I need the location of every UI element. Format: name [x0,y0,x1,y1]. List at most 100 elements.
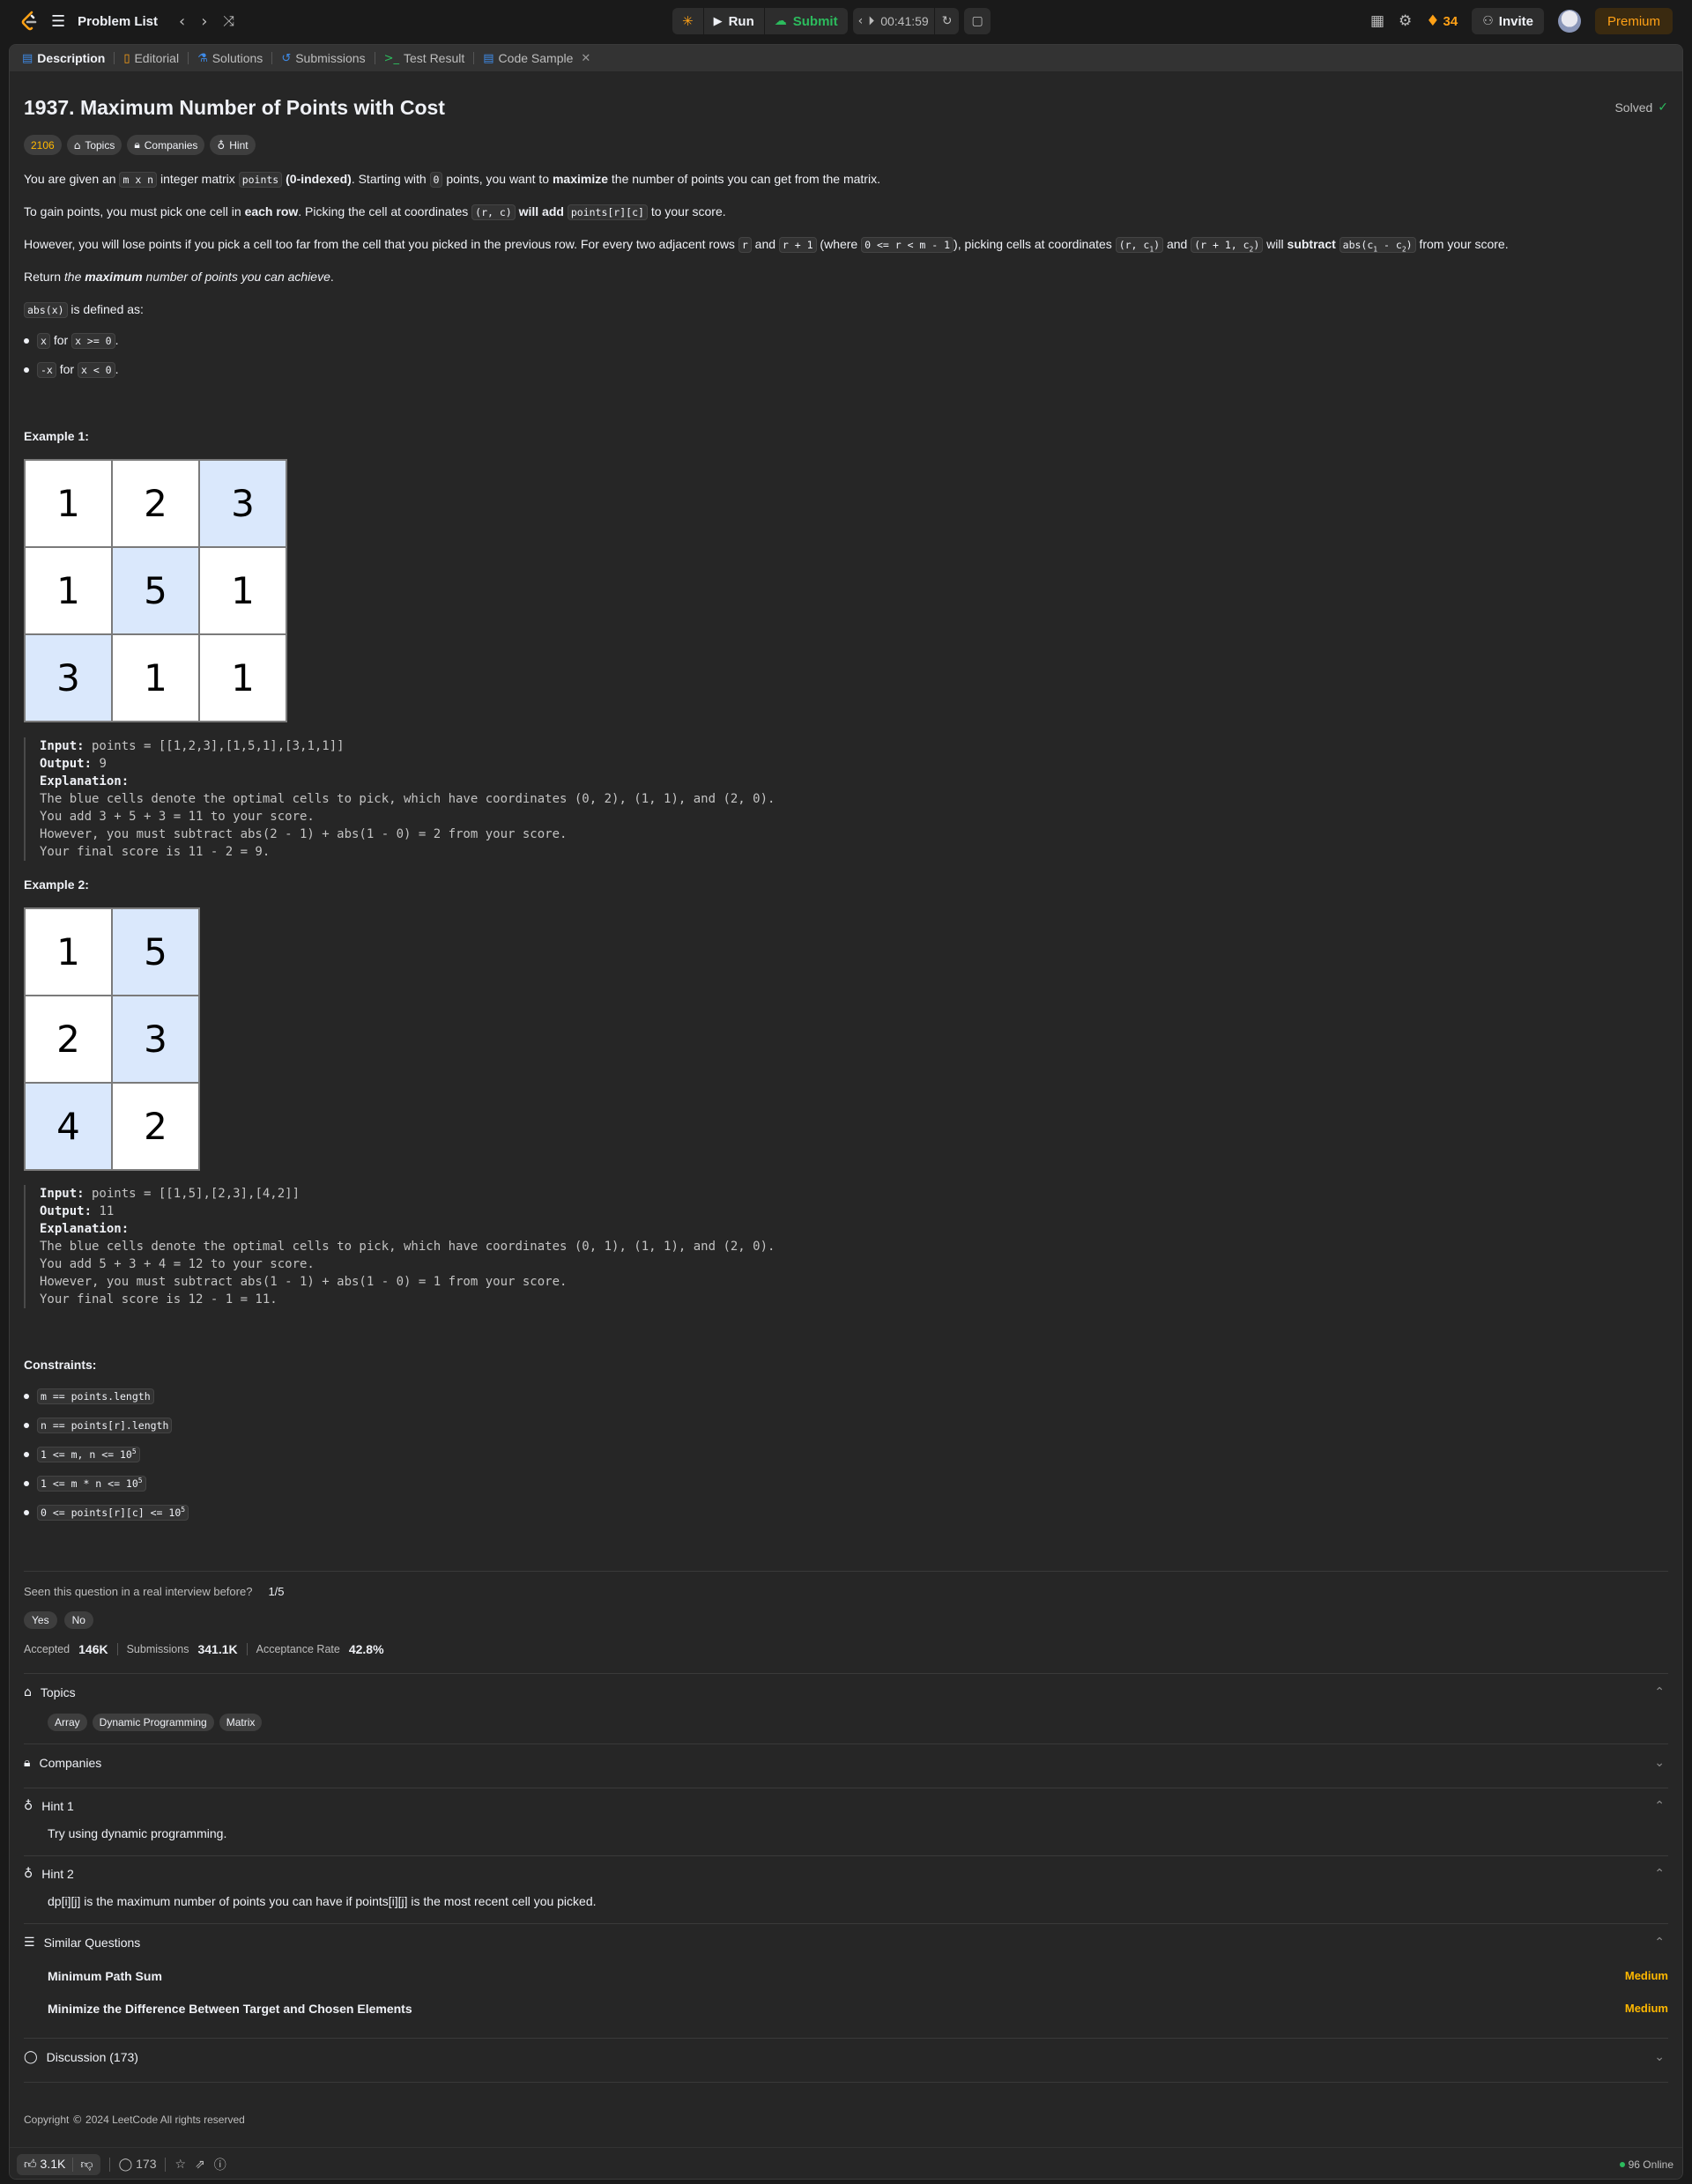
chevron-up-icon: ⌃ [1654,1867,1665,1881]
debug-button[interactable]: ✳ [672,8,703,34]
like-count: 3.1K [40,2157,66,2171]
note-button[interactable]: ▢ [964,8,990,34]
copyright: Copyright © 2024 LeetCode All rights res… [24,2114,245,2126]
example-1-grid: 123 151 311 [24,459,287,722]
hint-1-header[interactable]: ♁ Hint 1 ⌃ [24,1799,1668,1813]
star-icon[interactable]: ☆ [174,2158,186,2172]
stat-value: 42.8% [348,1642,384,1656]
similar-questions-header[interactable]: ☰ Similar Questions ⌃ [24,1936,1668,1950]
timer-display[interactable]: ⏵ 00:41:59 [868,8,934,34]
reset-timer-button[interactable]: ↻ [935,8,960,34]
timer-value: 00:41:59 [880,14,929,28]
thumbs-down-icon[interactable]: 👎︎ [80,2157,93,2172]
bulb-icon: ♁ [24,1799,33,1813]
stat-value: 341.1K [197,1642,238,1656]
yes-button[interactable]: Yes [24,1611,57,1629]
divider [24,2038,1668,2039]
rating-badge: 2106 [24,135,62,155]
comment-icon: ◯ [118,2158,133,2172]
similar-question-title[interactable]: Minimum Path Sum [48,1969,162,1983]
section-title: Hint 1 [41,1799,74,1813]
layout-icon[interactable]: ▦ [1370,12,1384,30]
hint-chip[interactable]: ♁ Hint [210,135,256,155]
solved-status: Solved ✓ [1614,100,1668,115]
similar-question-item[interactable]: Minimize the Difference Between Target a… [48,2002,1668,2016]
avatar[interactable] [1557,10,1581,33]
grid-cell-highlighted: 3 [111,995,200,1084]
invite-label: Invite [1498,13,1533,29]
topics-chip[interactable]: ⌂ Topics [66,135,122,155]
constraint-item: 1 <= m * n <= 105 [24,1476,146,1492]
like-group: 👍︎ 3.1K 👎︎ [17,2153,100,2175]
online-dot [1619,2161,1625,2167]
streak-value: 34 [1443,13,1458,29]
tab-editorial[interactable]: ▯ Editorial [115,45,188,71]
invite-button[interactable]: ⚇ Invite [1472,8,1544,34]
fire-icon: ♦ [1426,12,1440,30]
tab-code-sample[interactable]: ▤ Code Sample ✕ [474,45,599,71]
like-button[interactable]: 👍︎ 3.1K [24,2157,65,2172]
tag-icon: ⌂ [24,1685,32,1699]
gear-icon[interactable]: ⚙ [1399,12,1412,30]
abs-bullet-2: -x for x < 0. [24,362,119,378]
similar-question-item[interactable]: Minimum Path Sum Medium [48,1969,1668,1983]
grid-cell-highlighted: 5 [111,546,200,635]
run-button[interactable]: ▶ Run [704,8,764,34]
hint-2-text: dp[i][j] is the maximum number of points… [48,1894,597,1908]
streak-counter[interactable]: ♦ 34 [1426,12,1458,30]
discussion-header[interactable]: ◯ Discussion (173) ⌄ [24,2050,1668,2064]
comments-button[interactable]: ◯ 173 [119,2157,157,2172]
copyright-icon: © [71,2114,83,2126]
constraint-item: 1 <= m, n <= 105 [24,1447,140,1462]
logo-icon[interactable] [19,11,39,32]
topic-tag[interactable]: Dynamic Programming [92,1714,214,1731]
interview-question: Seen this question in a real interview b… [24,1585,285,1598]
timer-collapse-button[interactable]: ‹ [853,8,869,34]
premium-button[interactable]: Premium [1594,8,1673,34]
close-icon[interactable]: ✕ [581,52,590,65]
share-icon[interactable]: ⇗ [195,2158,205,2172]
example-2-grid: 15 23 42 [24,907,200,1171]
section-title: Hint 2 [41,1867,74,1881]
submit-button[interactable]: ☁ Submit [765,8,848,34]
section-title: Companies [39,1756,102,1770]
tab-solutions[interactable]: ⚗ Solutions [189,45,271,71]
chevron-right-icon[interactable]: › [201,12,207,31]
hint-1-text: Try using dynamic programming. [48,1826,227,1840]
chip-label: Hint [229,138,249,152]
topic-tag[interactable]: Array [48,1714,87,1731]
abs-bullet-1: x for x >= 0. [24,333,119,349]
similar-question-title[interactable]: Minimize the Difference Between Target a… [48,2002,412,2016]
tab-label: Submissions [295,51,366,65]
example-2-heading: Example 2: [24,877,89,892]
divider [24,1923,1668,1924]
online-count: 96 Online [1619,2158,1673,2171]
flask-icon: ⚗ [197,51,208,65]
help-icon[interactable]: ⓘ [214,2156,226,2173]
tab-description[interactable]: ▤ Description [13,45,114,71]
hint-2-header[interactable]: ♁ Hint 2 ⌃ [24,1867,1668,1881]
companies-section-header[interactable]: 🔒︎ Companies ⌄ [24,1756,1668,1770]
grid-cell-highlighted: 4 [24,1082,113,1171]
tab-submissions[interactable]: ↺ Submissions [272,45,374,71]
topic-tags: Array Dynamic Programming Matrix [48,1714,263,1731]
shuffle-icon[interactable]: ⤨ [223,12,234,30]
no-button[interactable]: No [63,1611,93,1629]
lock-icon: 🔒︎ [134,138,140,151]
debug-icon: ✳ [682,13,694,29]
problem-list-link[interactable]: Problem List [78,14,158,29]
chevron-left-icon[interactable]: ‹ [179,12,185,31]
tab-test-result[interactable]: >_ Test Result [375,45,474,71]
list-icon[interactable]: ☰ [51,12,65,31]
section-title: Discussion (173) [46,2050,138,2064]
desc-paragraph-2: To gain points, you must pick one cell i… [24,204,726,220]
problem-chips: 2106 ⌂ Topics 🔒︎ Companies ♁ Hint [24,135,256,155]
difficulty-badge: Medium [1624,2002,1668,2015]
topic-tag[interactable]: Matrix [219,1714,263,1731]
topics-section-header[interactable]: ⌂ Topics ⌃ [24,1685,1668,1699]
note-group: ▢ [964,8,991,34]
companies-chip[interactable]: 🔒︎ Companies [127,135,205,155]
panel-tabs: ▤ Description ▯ Editorial ⚗ Solutions ↺ Subm… [10,45,1682,71]
example-1-block: Input: points = [[1,2,3],[1,5,1],[3,1,1]… [24,737,775,861]
page-title: 1937. Maximum Number of Points with Cost [24,96,445,119]
